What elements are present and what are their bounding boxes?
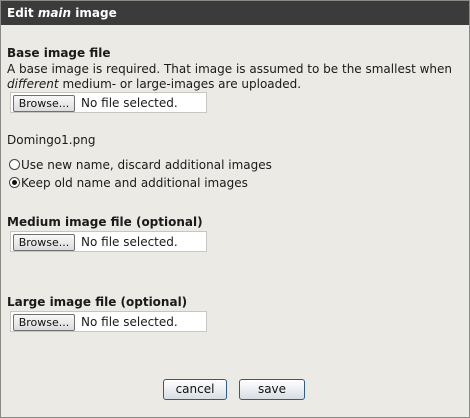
base-image-description: A base image is required. That image is … — [7, 62, 457, 92]
title-emphasis: main — [37, 6, 72, 20]
large-image-file-input[interactable]: Browse... No file selected. — [10, 311, 207, 332]
option-use-new-name-label: Use new name, discard additional images — [21, 158, 272, 172]
option-keep-old-name-label: Keep old name and additional images — [21, 176, 248, 190]
base-file-status: No file selected. — [81, 96, 178, 110]
base-desc-part1: A base image is required. That image is … — [7, 62, 453, 76]
option-use-new-name[interactable]: Use new name, discard additional images — [9, 158, 272, 172]
base-image-file-input[interactable]: Browse... No file selected. — [10, 92, 207, 113]
edit-image-dialog: Edit main image Base image file A base i… — [0, 0, 470, 418]
save-button[interactable]: save — [239, 379, 305, 400]
medium-browse-button[interactable]: Browse... — [13, 234, 75, 251]
cancel-button[interactable]: cancel — [163, 379, 227, 400]
dialog-title: Edit main image — [1, 1, 469, 25]
title-prefix: Edit — [7, 6, 38, 20]
radio-keep-old-name[interactable] — [9, 177, 20, 188]
large-browse-button[interactable]: Browse... — [13, 314, 75, 331]
large-file-status: No file selected. — [81, 315, 178, 329]
option-keep-old-name[interactable]: Keep old name and additional images — [9, 176, 248, 190]
medium-image-title: Medium image file (optional) — [7, 215, 203, 229]
base-browse-button[interactable]: Browse... — [13, 95, 75, 112]
base-image-title: Base image file — [7, 46, 111, 60]
radio-use-new-name[interactable] — [9, 159, 20, 170]
base-desc-emphasis: different — [7, 77, 59, 91]
large-image-title: Large image file (optional) — [7, 295, 188, 309]
current-file-name: Domingo1.png — [7, 133, 96, 147]
base-desc-part2: medium- or large-images are uploaded. — [58, 77, 302, 91]
title-suffix: image — [71, 6, 117, 20]
medium-image-file-input[interactable]: Browse... No file selected. — [10, 231, 207, 252]
medium-file-status: No file selected. — [81, 235, 178, 249]
